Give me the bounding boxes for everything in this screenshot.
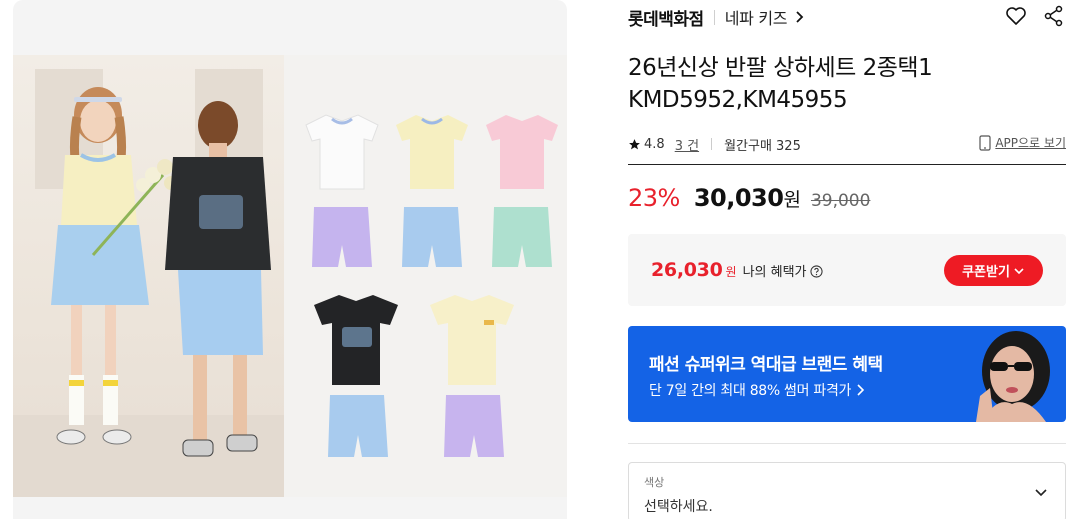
meta-divider: [711, 138, 713, 150]
product-flatlay-photo: [284, 55, 567, 497]
share-icon[interactable]: [1042, 4, 1066, 28]
review-count-link[interactable]: 3 건: [675, 135, 699, 154]
product-title: 26년신상 반팔 상하세트 2종택1 KMD5952,KM45955: [628, 52, 1066, 116]
product-meta: 4.8 3 건 월간구매 325 APP으로 보기: [628, 134, 1066, 154]
heart-icon[interactable]: [1004, 4, 1028, 28]
sub-brand-link[interactable]: 네파 키즈: [725, 5, 788, 29]
option-placeholder: 선택하세요.: [644, 499, 713, 515]
chevron-right-icon[interactable]: [793, 11, 805, 23]
product-image-panel[interactable]: [13, 0, 567, 519]
product-image[interactable]: [13, 55, 567, 497]
app-view-link[interactable]: APP으로 보기: [979, 134, 1066, 151]
chevron-down-icon: [1035, 489, 1047, 497]
pink-tee: [486, 115, 558, 189]
original-price: 39,000: [810, 191, 871, 211]
rating-value: 4.8: [644, 136, 665, 152]
option-label: 색상: [644, 476, 665, 489]
help-icon[interactable]: [809, 265, 823, 278]
model-photo: [13, 55, 284, 497]
discount-rate: 23%: [628, 184, 680, 212]
benefit-box: 26,030 원 나의 혜택가 쿠폰받기: [628, 234, 1066, 306]
benefit-price-row: 26,030 원 나의 혜택가: [651, 259, 823, 281]
top-actions: [1004, 4, 1066, 28]
children-models-illustration: [13, 87, 284, 497]
phone-icon: [979, 134, 991, 151]
app-view-label: APP으로 보기: [995, 136, 1066, 150]
banner-subtitle-text: 단 7일 간의 최대 88% 썸머 파격가: [649, 383, 852, 399]
brand-divider: [713, 9, 715, 25]
color-option-select[interactable]: 색상 선택하세요.: [628, 462, 1066, 519]
section-divider: [628, 443, 1066, 444]
product-title-line1: 26년신상 반팔 상하세트 2종택1: [628, 55, 933, 81]
section-divider: [628, 164, 1066, 165]
currency-unit: 원: [783, 189, 801, 211]
yellow-tee: [396, 115, 468, 189]
clothing-sets-illustration: [305, 114, 558, 457]
brand-row: 롯데백화점 네파 키즈: [628, 5, 805, 30]
monthly-purchase: 월간구매 325: [724, 138, 801, 154]
benefit-currency: 원: [725, 265, 737, 279]
promo-banner[interactable]: 패션 슈퍼위크 역대급 브랜드 혜택 단 7일 간의 최대 88% 썸머 파격가: [628, 326, 1066, 422]
price-row: 23% 30,030 원 39,000: [628, 184, 870, 216]
benefit-label: 나의 혜택가: [742, 265, 807, 280]
sale-price: 30,030: [693, 184, 784, 212]
banner-title: 패션 슈퍼위크 역대급 브랜드 혜택: [649, 355, 883, 375]
banner-subtitle: 단 7일 간의 최대 88% 썸머 파격가: [649, 380, 865, 400]
coupon-button-label: 쿠폰받기: [962, 264, 1010, 279]
white-tee: [305, 114, 379, 190]
banner-model-image: [976, 331, 1050, 422]
brand-name[interactable]: 롯데백화점: [628, 5, 704, 30]
cream-tee: [430, 295, 514, 385]
chevron-right-icon: [857, 384, 865, 396]
coupon-button[interactable]: 쿠폰받기: [944, 255, 1043, 286]
black-tee: [314, 295, 398, 385]
benefit-price: 26,030: [651, 259, 723, 281]
chevron-down-icon: [1014, 267, 1024, 274]
star-icon: [629, 138, 640, 149]
product-title-line2: KMD5952,KM45955: [628, 87, 848, 113]
